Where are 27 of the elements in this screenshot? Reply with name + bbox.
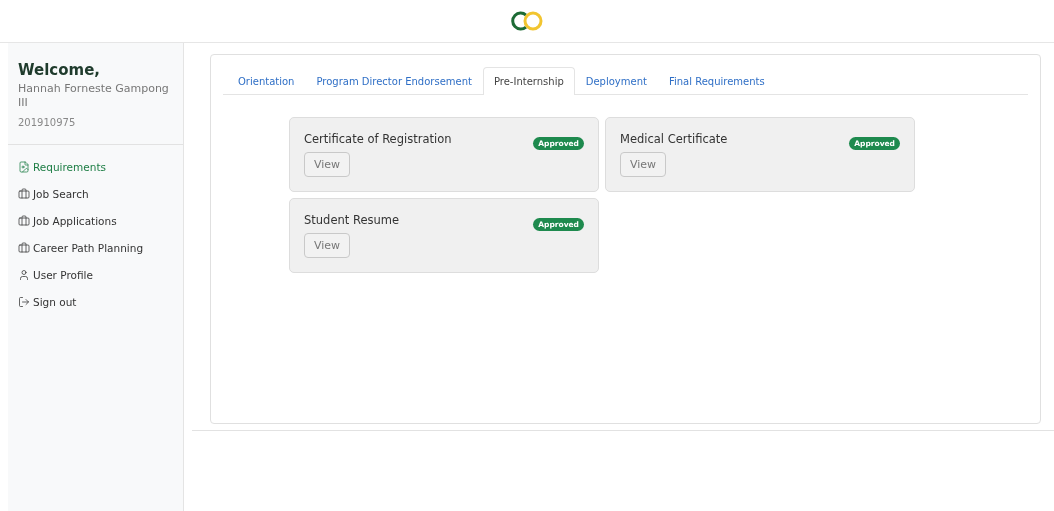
briefcase-icon — [18, 187, 30, 200]
sign-out-icon — [18, 295, 30, 308]
requirement-title: Certificate of Registration — [304, 132, 452, 146]
briefcase-icon — [18, 241, 30, 254]
student-id: 201910975 — [18, 117, 77, 128]
requirement-title: Medical Certificate — [620, 132, 728, 146]
nav-item[interactable]: Sign out — [18, 288, 173, 315]
user-name: Hannah Forneste Gampong III — [18, 82, 170, 110]
nav-item[interactable]: Job Applications — [18, 207, 173, 234]
tab[interactable]: Orientation — [227, 67, 306, 95]
file-icon — [18, 160, 30, 173]
nav-item[interactable]: Career Path Planning — [18, 234, 173, 261]
nav-item[interactable]: Requirements — [18, 153, 173, 180]
user-icon — [18, 268, 30, 281]
view-button[interactable]: View — [620, 152, 667, 177]
nav-item[interactable]: Job Search — [18, 180, 173, 207]
welcome-heading: Welcome, — [18, 61, 102, 79]
view-button[interactable]: View — [304, 233, 351, 258]
tab[interactable]: Deployment — [574, 67, 658, 95]
view-button[interactable]: View — [304, 152, 351, 177]
requirement-title: Student Resume — [304, 213, 400, 227]
tab[interactable]: Pre-Internship — [482, 67, 575, 95]
briefcase-icon — [18, 214, 30, 227]
tab[interactable]: Final Requirements — [657, 67, 776, 95]
nav-item[interactable]: User Profile — [18, 261, 173, 288]
tab[interactable]: Program Director Endorsement — [305, 67, 483, 95]
logo-icon — [509, 10, 545, 32]
